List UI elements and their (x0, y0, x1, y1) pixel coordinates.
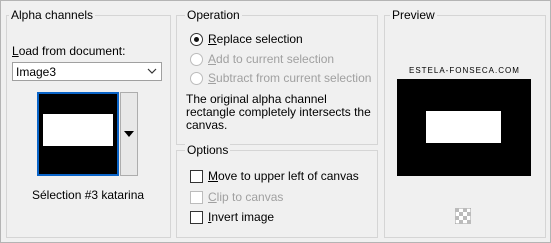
options-title: Options (185, 143, 231, 157)
alpha-channels-title: Alpha channels (9, 8, 96, 22)
move-upper-left-checkbox[interactable]: Move to upper left of canvas (190, 169, 359, 183)
subtract-selection-label: Subtract from current selection (208, 71, 372, 85)
swatch-dropdown-button[interactable] (120, 92, 138, 176)
move-upper-left-label: Move to upper left of canvas (208, 169, 359, 183)
selection-name: Sélection #3 katarina (32, 188, 145, 202)
replace-selection-radio[interactable]: Replace selection (190, 32, 303, 46)
chevron-down-icon (147, 68, 157, 74)
invert-image-label: Invert image (208, 210, 275, 224)
caret-down-icon (124, 131, 134, 137)
subtract-selection-radio[interactable]: Subtract from current selection (190, 71, 371, 85)
checkbox-icon (190, 210, 203, 224)
replace-selection-label: Replace selection (208, 32, 303, 46)
clip-to-canvas-label: Clip to canvas (208, 190, 284, 204)
swatch-white-rect (43, 114, 113, 146)
add-selection-label: Add to current selection (208, 52, 335, 66)
radio-selected-icon (190, 32, 203, 46)
operation-title: Operation (185, 8, 242, 22)
info-text-line3: canvas. (186, 118, 228, 132)
transparency-checker-icon[interactable] (455, 208, 471, 224)
invert-image-checkbox[interactable]: Invert image (190, 210, 274, 224)
document-select[interactable]: Image3 (12, 62, 162, 81)
preview-title: Preview (390, 8, 437, 22)
info-text-line1: The original alpha channel (186, 92, 327, 106)
document-select-value: Image3 (16, 65, 57, 79)
checkbox-icon (190, 169, 203, 183)
clip-to-canvas-checkbox[interactable]: Clip to canvas (190, 190, 283, 204)
radio-icon (190, 52, 203, 66)
add-selection-radio[interactable]: Add to current selection (190, 52, 334, 66)
preview-image (397, 79, 531, 176)
info-text-line2: rectangle completely intersects the (186, 105, 371, 119)
radio-icon (190, 71, 203, 85)
checkbox-icon (190, 190, 203, 204)
preview-watermark: ESTELA-FONSECA.COM (409, 66, 520, 75)
selection-swatch[interactable] (37, 92, 119, 176)
preview-white-rect (426, 111, 501, 143)
load-from-document-label: Load from document: (12, 44, 126, 58)
